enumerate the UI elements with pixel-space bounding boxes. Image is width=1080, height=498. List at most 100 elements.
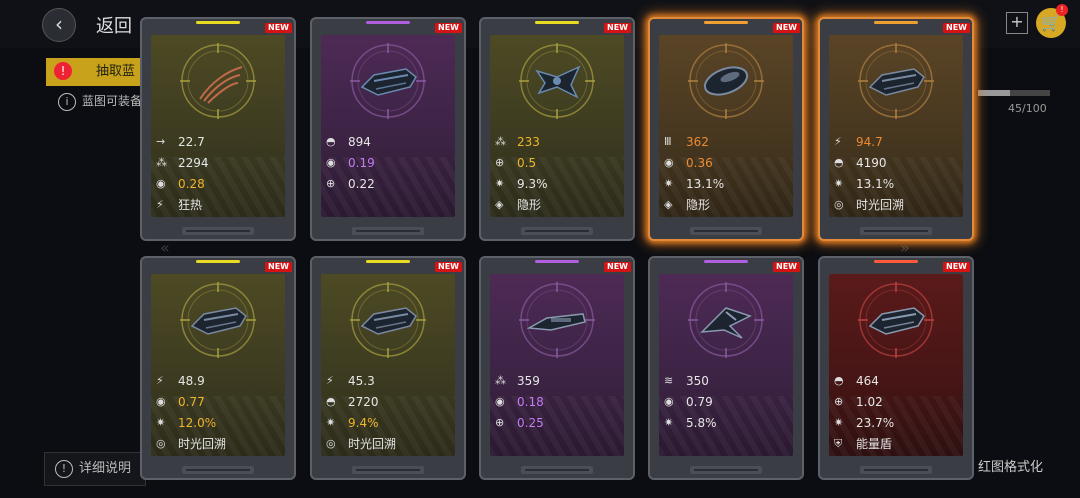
rarity-bar	[535, 21, 579, 24]
ship-icon	[199, 66, 243, 104]
stat-value: 0.18	[517, 394, 544, 409]
rarity-bar	[874, 260, 918, 263]
stat-row: ◉ 0.77	[156, 391, 280, 412]
blueprint-card[interactable]: NEW ≋ 350 ◉ 0.79 ✷ 5.8%	[648, 256, 804, 480]
stat-list: → 22.7 ⁂ 2294 ◉ 0.28 ⚡ 狂热	[156, 131, 280, 215]
stat-list: ⚡ 94.7 ◓ 4190 ✷ 13.1% ◎ 时光回溯	[834, 131, 958, 215]
progress-count: 45/100	[1008, 102, 1047, 115]
card-foot	[352, 227, 424, 235]
red-format-button[interactable]: 红图格式化	[978, 452, 1074, 484]
new-badge: NEW	[604, 262, 631, 272]
card-body: ⁂ 359 ◉ 0.18 ⊕ 0.25	[490, 274, 624, 456]
stat-row: ◈ 隐形	[664, 194, 788, 215]
stat-icon: ◓	[326, 135, 336, 148]
new-badge: NEW	[435, 262, 462, 272]
stat-value: 时光回溯	[348, 437, 397, 451]
stat-row: ⛨ 能量盾	[834, 433, 958, 454]
card-foot	[352, 466, 424, 474]
stat-row: ⚡ 48.9	[156, 370, 280, 391]
stat-value: 350	[686, 373, 709, 388]
stat-row: ≋ 350	[664, 370, 788, 391]
stat-icon: ⁂	[495, 374, 506, 387]
stat-row: ⁂ 233	[495, 131, 619, 152]
blueprint-card[interactable]: NEW → 22.7 ⁂ 2294 ◉ 0.28 ⚡ 狂热	[140, 17, 296, 241]
stat-value: 时光回溯	[178, 437, 227, 451]
stat-value: 2294	[178, 155, 209, 170]
stat-row: Ⅲ 362	[664, 131, 788, 152]
new-badge: NEW	[943, 23, 970, 33]
stat-row: ⚡ 94.7	[834, 131, 958, 152]
stat-icon: →	[156, 135, 166, 148]
new-badge: NEW	[773, 262, 800, 272]
stat-value: 狂热	[178, 198, 203, 212]
stat-icon: ◓	[834, 374, 844, 387]
stat-row: ⊕ 1.02	[834, 391, 958, 412]
card-foot	[860, 227, 932, 235]
ship-icon	[700, 307, 752, 339]
back-label[interactable]: 返回	[96, 12, 132, 38]
stat-list: ⁂ 233 ⊕ 0.5 ✷ 9.3% ◈ 隐形	[495, 131, 619, 215]
back-button[interactable]: ‹	[42, 8, 76, 42]
stat-value: 5.8%	[686, 415, 717, 430]
stat-row: ◓ 4190	[834, 152, 958, 173]
card-foot	[860, 466, 932, 474]
stat-list: ⁂ 359 ◉ 0.18 ⊕ 0.25	[495, 370, 619, 433]
cart-button[interactable]: 🛒!	[1036, 4, 1068, 38]
progress-fill	[978, 90, 1011, 96]
blueprint-card[interactable]: NEW ⚡ 48.9 ◉ 0.77 ✷ 12.0% ◎ 时光回溯	[140, 256, 296, 480]
blueprint-card[interactable]: NEW ⚡ 94.7 ◓ 4190 ✷ 13.1% ◎ 时光回溯	[818, 17, 974, 241]
stat-icon: ✷	[664, 177, 674, 190]
stat-row: ◉ 0.28	[156, 173, 280, 194]
stat-icon: ⊕	[495, 416, 505, 429]
stat-row: ◎ 时光回溯	[326, 433, 450, 454]
blueprint-card[interactable]: NEW ◓ 894 ◉ 0.19 ⊕ 0.22	[310, 17, 466, 241]
details-button[interactable]: ! 详细说明	[44, 452, 146, 486]
stat-value: 0.36	[686, 155, 713, 170]
stat-icon: ⁂	[495, 135, 506, 148]
stat-row: ✷ 13.1%	[834, 173, 958, 194]
blueprint-card[interactable]: NEW ⁂ 359 ◉ 0.18 ⊕ 0.25	[479, 256, 635, 480]
card-foot	[521, 466, 593, 474]
new-badge: NEW	[943, 262, 970, 272]
stat-value: 13.1%	[856, 176, 895, 191]
blueprint-card[interactable]: NEW ◓ 464 ⊕ 1.02 ✷ 23.7% ⛨ 能量盾	[818, 256, 974, 480]
stat-icon: ≋	[664, 374, 674, 387]
ship-icon	[868, 307, 925, 335]
ship-emblem	[519, 282, 595, 358]
rarity-bar	[704, 260, 748, 263]
blueprint-card[interactable]: NEW Ⅲ 362 ◉ 0.36 ✷ 13.1% ◈ 隐形	[648, 17, 804, 241]
card-body: ◓ 464 ⊕ 1.02 ✷ 23.7% ⛨ 能量盾	[829, 274, 963, 456]
stat-icon: ◎	[326, 437, 336, 450]
stat-icon: ⚡	[834, 135, 842, 148]
rarity-bar	[535, 260, 579, 263]
card-body: Ⅲ 362 ◉ 0.36 ✷ 13.1% ◈ 隐形	[659, 35, 793, 217]
stat-value: 4190	[856, 155, 887, 170]
stat-icon: ◓	[326, 395, 336, 408]
plus-button[interactable]: +	[1006, 12, 1028, 34]
card-foot	[182, 227, 254, 235]
stat-row: ◈ 隐形	[495, 194, 619, 215]
ship-emblem	[350, 282, 426, 358]
stat-value: 12.0%	[178, 415, 217, 430]
stat-value: 能量盾	[856, 437, 893, 451]
info-row: i 蓝图可装备	[58, 92, 142, 111]
stat-row: ⁂ 359	[495, 370, 619, 391]
stat-icon: ◓	[834, 156, 844, 169]
stat-row: ⚡ 45.3	[326, 370, 450, 391]
stat-row: ◓ 464	[834, 370, 958, 391]
stat-value: 9.4%	[348, 415, 379, 430]
ship-emblem	[180, 43, 256, 119]
stat-icon: ⚡	[156, 374, 164, 387]
stat-row: ✷ 9.4%	[326, 412, 450, 433]
stat-icon: ⊕	[495, 156, 505, 169]
stat-value: 464	[856, 373, 879, 388]
stat-value: 0.19	[348, 155, 375, 170]
stat-value: 隐形	[517, 198, 542, 212]
ship-emblem	[350, 43, 426, 119]
stat-value: 94.7	[856, 134, 883, 149]
stat-icon: ◎	[834, 198, 844, 211]
info-icon: !	[55, 460, 73, 478]
blueprint-card[interactable]: NEW ⁂ 233 ⊕ 0.5 ✷ 9.3% ◈ 隐形	[479, 17, 635, 241]
blueprint-card[interactable]: NEW ⚡ 45.3 ◓ 2720 ✷ 9.4% ◎ 时光回溯	[310, 256, 466, 480]
stat-row: ◉ 0.18	[495, 391, 619, 412]
